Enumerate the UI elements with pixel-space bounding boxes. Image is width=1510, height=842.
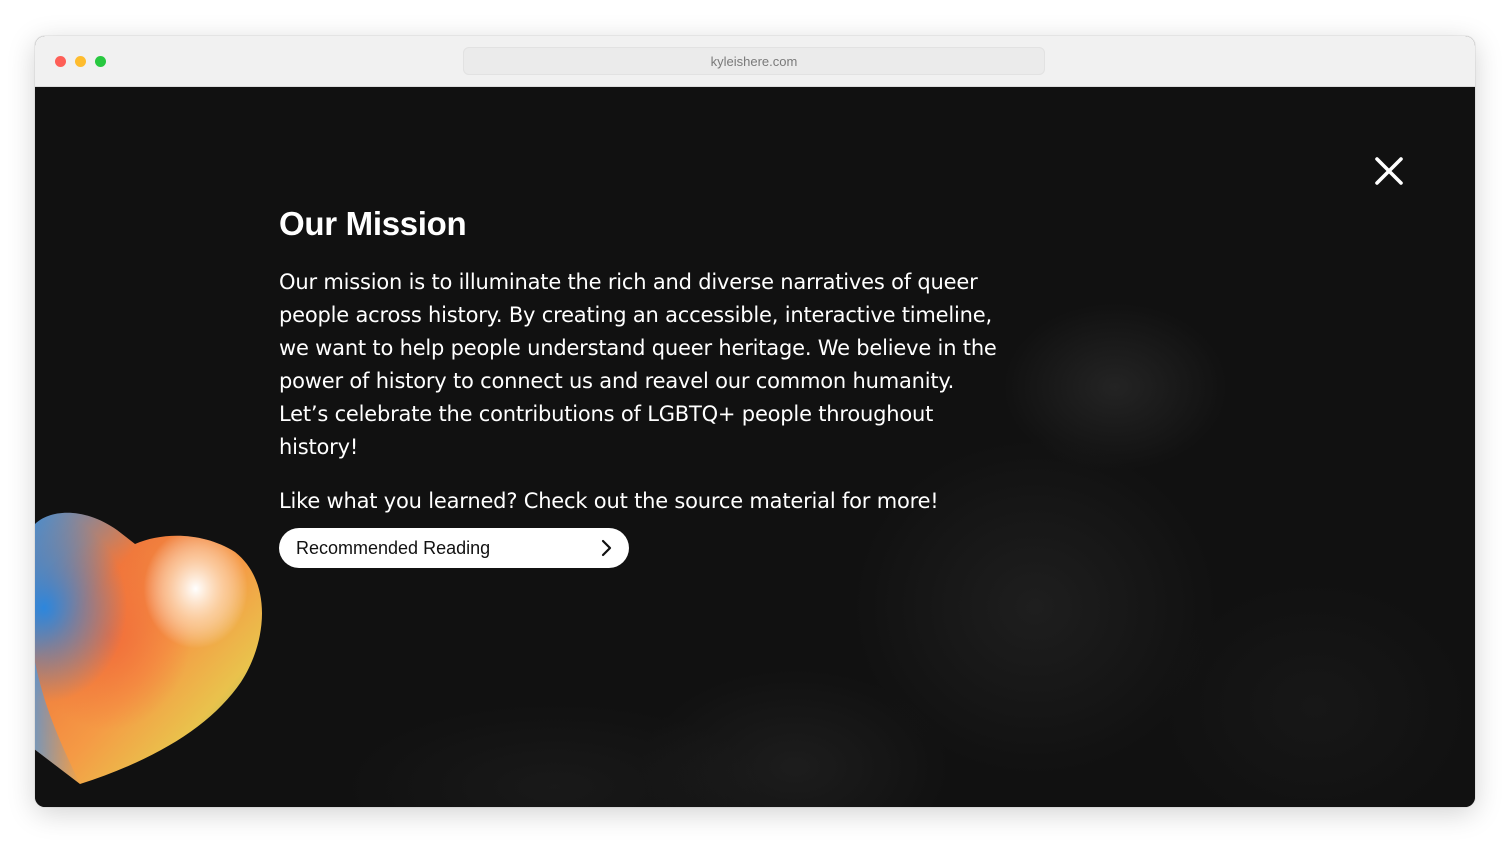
window-maximize-button[interactable] bbox=[95, 56, 106, 67]
window-close-button[interactable] bbox=[55, 56, 66, 67]
mission-content: Our Mission Our mission is to illuminate… bbox=[279, 204, 999, 516]
close-icon[interactable] bbox=[1373, 155, 1405, 187]
rainbow-heart-icon bbox=[35, 512, 262, 784]
browser-window: kyleishere.com Our Mission Our mission i… bbox=[35, 36, 1475, 807]
source-material-prompt: Like what you learned? Check out the sou… bbox=[279, 489, 939, 513]
mission-body-text: Our mission is to illuminate the rich an… bbox=[279, 270, 997, 459]
address-bar-url: kyleishere.com bbox=[710, 53, 798, 69]
chevron-right-icon bbox=[601, 539, 612, 557]
page-viewport: Our Mission Our mission is to illuminate… bbox=[35, 87, 1475, 807]
address-bar[interactable]: kyleishere.com bbox=[463, 47, 1045, 75]
browser-titlebar: kyleishere.com bbox=[35, 36, 1475, 87]
page-title: Our Mission bbox=[279, 205, 467, 242]
window-minimize-button[interactable] bbox=[75, 56, 86, 67]
recommended-reading-label: Recommended Reading bbox=[296, 537, 491, 558]
recommended-reading-button[interactable]: Recommended Reading bbox=[279, 528, 629, 568]
